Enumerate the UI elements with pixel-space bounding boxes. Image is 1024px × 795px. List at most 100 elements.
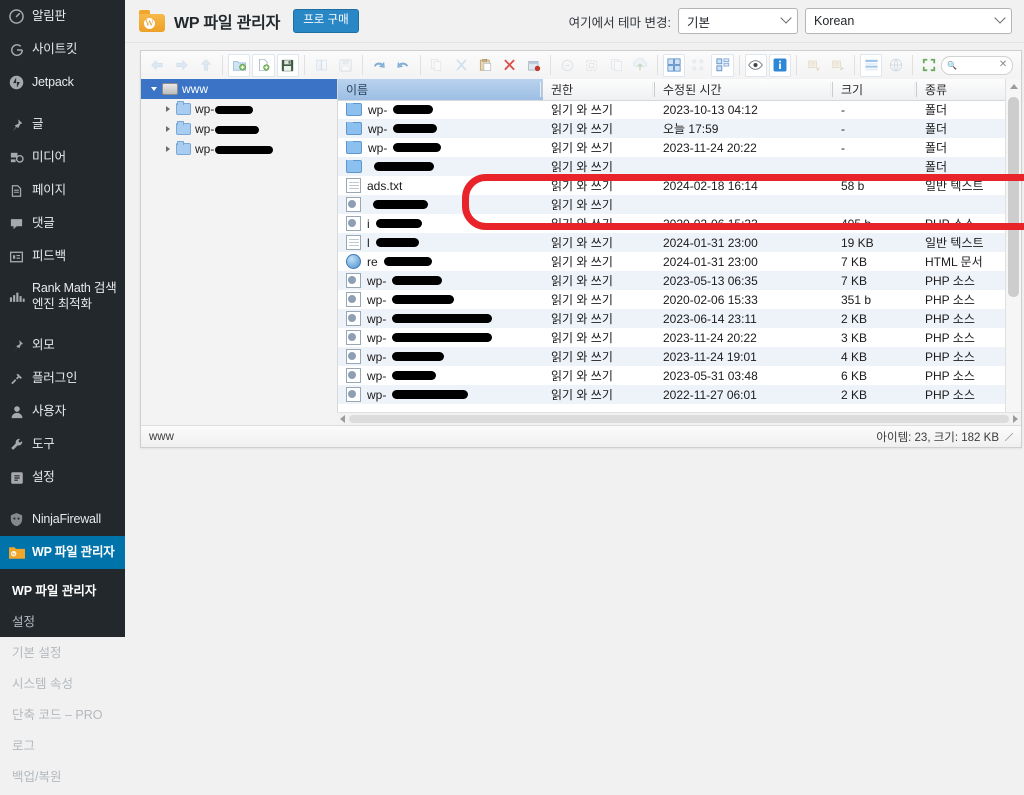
back-icon[interactable] — [146, 54, 168, 77]
language-select[interactable]: Korean — [805, 8, 1012, 34]
table-row[interactable]: wp- 읽기 와 쓰기 2023-11-24 20:22 - 폴더 — [338, 138, 1021, 157]
table-row[interactable]: wp- 읽기 와 쓰기 2023-11-24 20:22 3 KB PHP 소스 — [338, 328, 1021, 347]
folder-tree[interactable]: www wp-wp-wp- — [141, 79, 338, 425]
resize-icon[interactable] — [581, 54, 603, 77]
table-row[interactable]: wp- 읽기 와 쓰기 2023-10-13 04:12 - 폴더 — [338, 100, 1021, 119]
submenu-item-2[interactable]: 기본 설정 — [0, 636, 125, 667]
table-row[interactable]: 읽기 와 쓰기 폴더 — [338, 157, 1021, 176]
save-as-icon[interactable] — [334, 54, 356, 77]
sidebar-item-jetpack[interactable]: Jetpack — [0, 66, 125, 99]
table-row[interactable]: l 읽기 와 쓰기 2024-01-31 23:00 19 KB 일반 텍스트 — [338, 233, 1021, 252]
cut-icon[interactable] — [450, 54, 472, 77]
redo-icon[interactable] — [392, 54, 414, 77]
table-row[interactable]: wp- 읽기 와 쓰기 2023-05-13 06:35 7 KB PHP 소스 — [338, 271, 1021, 290]
scroll-right-arrow-icon[interactable] — [1013, 415, 1018, 423]
sidebar-item-rank-math[interactable]: Rank Math 검색엔진 최적화 — [0, 273, 125, 320]
submenu-item-0[interactable]: WP 파일 관리자 — [0, 574, 125, 605]
scroll-up-arrow-icon[interactable] — [1006, 79, 1021, 93]
preview-icon[interactable] — [744, 53, 768, 77]
rename-icon[interactable] — [556, 54, 578, 77]
save-icon[interactable] — [276, 53, 300, 77]
table-row[interactable]: ads.txt 읽기 와 쓰기 2024-02-18 16:14 58 b 일반 텍스트 — [338, 176, 1021, 195]
sidebar-item-comments[interactable]: 댓글 — [0, 207, 125, 240]
undo-icon[interactable] — [368, 54, 390, 77]
redacted-text — [392, 276, 443, 285]
rankmath-icon — [8, 288, 25, 305]
table-row[interactable]: re 읽기 와 쓰기 2024-01-31 23:00 7 KB HTML 문서 — [338, 252, 1021, 271]
sidebar-item-dashboard[interactable]: 알림판 — [0, 0, 125, 33]
cell-name: wp- — [338, 102, 543, 117]
submenu-item-6[interactable]: 백업/복원 — [0, 760, 125, 791]
cell-size: 405 b — [841, 216, 872, 231]
table-row[interactable]: wp- 읽기 와 쓰기 2023-05-31 03:48 6 KB PHP 소스 — [338, 366, 1021, 385]
open-icon[interactable] — [310, 54, 332, 77]
clear-search-icon[interactable]: ✕ — [999, 60, 1007, 70]
tree-node-2[interactable]: wp- — [141, 139, 337, 159]
paste-icon[interactable] — [474, 54, 496, 77]
sidebar-item-pages[interactable]: 페이지 — [0, 174, 125, 207]
sidebar-item-users[interactable]: 사용자 — [0, 395, 125, 428]
submenu-item-1[interactable]: 설정 — [0, 605, 125, 636]
file-manager-status-bar: www 아이템: 23, 크기: 182 KB — [141, 425, 1021, 447]
select-all-icon[interactable] — [802, 54, 824, 77]
info-icon[interactable] — [769, 53, 792, 77]
table-row[interactable]: i 읽기 와 쓰기 2020-02-06 15:33 405 b PHP 소스 — [338, 214, 1021, 233]
buy-pro-button[interactable]: 프로 구매 — [293, 9, 359, 33]
column-header-name[interactable]: 이름 — [338, 79, 543, 100]
table-row[interactable]: wp- 읽기 와 쓰기 오늘 17:59 - 폴더 — [338, 119, 1021, 138]
duplicate-icon[interactable] — [605, 54, 627, 77]
archive-icon[interactable] — [523, 54, 545, 77]
tree-node-www[interactable]: www — [141, 79, 337, 99]
column-header-permission[interactable]: 권한 — [543, 79, 655, 100]
view-tiles-icon[interactable] — [711, 53, 734, 77]
sort-icon[interactable] — [860, 53, 883, 77]
submenu-item-5[interactable]: 로그 — [0, 729, 125, 760]
file-list-horizontal-scrollbar[interactable] — [337, 412, 1021, 425]
sidebar-item-feedback[interactable]: 피드백 — [0, 240, 125, 273]
sidebar-item-plugins[interactable]: 플러그인 — [0, 362, 125, 395]
cell-permission: 읽기 와 쓰기 — [551, 141, 613, 155]
column-header-size[interactable]: 크기 — [833, 79, 917, 100]
view-grid-icon[interactable] — [662, 53, 685, 77]
submenu-item-4[interactable]: 단축 코드 – PRO — [0, 698, 125, 729]
cell-kind: PHP 소스 — [925, 388, 975, 402]
tree-node-label: www — [182, 82, 208, 96]
sidebar-item-wp-file-manager[interactable]: W WP 파일 관리자 — [0, 536, 125, 570]
submenu-item-3[interactable]: 시스템 속성 — [0, 667, 125, 698]
search-web-icon[interactable] — [884, 54, 906, 77]
theme-select[interactable]: 기본 — [678, 8, 798, 34]
select-invert-icon[interactable] — [827, 54, 849, 77]
up-icon[interactable] — [195, 54, 217, 77]
table-row[interactable]: wp- 읽기 와 쓰기 2023-06-14 23:11 2 KB PHP 소스 — [338, 309, 1021, 328]
sidebar-item-tools[interactable]: 도구 — [0, 428, 125, 461]
table-row[interactable]: 읽기 와 쓰기 — [338, 195, 1021, 214]
file-list-vertical-scrollbar[interactable] — [1005, 79, 1021, 425]
file-name: wp- — [367, 349, 387, 364]
delete-icon[interactable] — [499, 54, 521, 77]
column-header-kind[interactable]: 종류 — [917, 79, 1017, 100]
sidebar-item-posts[interactable]: 글 — [0, 108, 125, 141]
tree-node-0[interactable]: wp- — [141, 99, 337, 119]
search-input[interactable]: 🔍 ✕ — [941, 55, 1014, 75]
copy-icon[interactable] — [425, 54, 447, 77]
resize-grip-icon[interactable] — [1005, 432, 1013, 441]
table-row[interactable]: wp- 읽기 와 쓰기 2022-11-27 06:01 2 KB PHP 소스 — [338, 385, 1021, 404]
fullscreen-icon[interactable] — [918, 54, 940, 77]
column-header-modified[interactable]: 수정된 시간 — [655, 79, 833, 100]
sidebar-item-site-kit[interactable]: 사이트킷 — [0, 33, 125, 66]
forward-icon[interactable] — [170, 54, 192, 77]
sidebar-item-settings[interactable]: 설정 — [0, 461, 125, 494]
tree-node-1[interactable]: wp- — [141, 119, 337, 139]
horizontal-scroll-thumb[interactable] — [349, 415, 1009, 423]
new-file-icon[interactable] — [252, 53, 275, 77]
sidebar-item-ninjafirewall[interactable]: NinjaFirewall — [0, 503, 125, 536]
vertical-scroll-thumb[interactable] — [1008, 97, 1019, 297]
upload-icon[interactable] — [629, 54, 651, 77]
sidebar-item-appearance[interactable]: 외모 — [0, 329, 125, 362]
new-folder-icon[interactable] — [228, 53, 251, 77]
table-row[interactable]: wp- 읽기 와 쓰기 2023-11-24 19:01 4 KB PHP 소스 — [338, 347, 1021, 366]
scroll-left-arrow-icon[interactable] — [340, 415, 345, 423]
table-row[interactable]: wp- 읽기 와 쓰기 2020-02-06 15:33 351 b PHP 소스 — [338, 290, 1021, 309]
view-icons-icon[interactable] — [687, 54, 709, 77]
sidebar-item-media[interactable]: 미디어 — [0, 141, 125, 174]
